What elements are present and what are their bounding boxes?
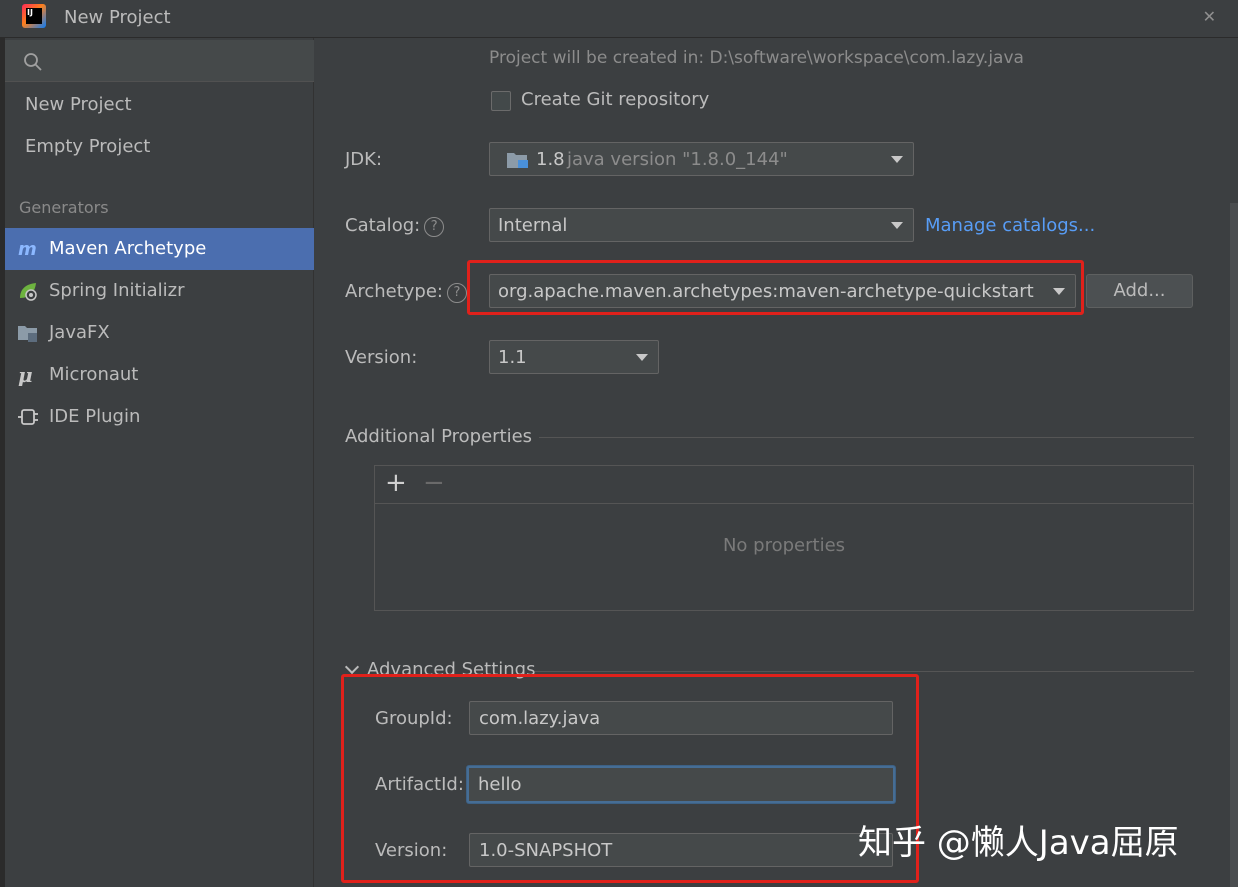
advanced-settings-title[interactable]: Advanced Settings xyxy=(367,659,535,680)
catalog-label-text: Catalog: xyxy=(345,215,421,236)
jdk-version: 1.8 xyxy=(536,149,565,170)
properties-toolbar: + − xyxy=(375,466,1193,504)
project-location-hint: Project will be created in: D:\software\… xyxy=(489,48,1024,68)
help-icon[interactable]: ? xyxy=(424,217,445,237)
plugin-icon xyxy=(18,409,38,425)
sidebar-item-empty-project[interactable]: Empty Project xyxy=(5,126,314,168)
catalog-label: Catalog:? xyxy=(345,215,445,237)
search-icon xyxy=(24,53,42,71)
title-bar: IJ New Project ✕ xyxy=(0,0,1238,38)
svg-text:m: m xyxy=(18,239,37,260)
no-properties-text: No properties xyxy=(722,535,846,556)
sidebar: New Project Empty Project Generators m M… xyxy=(5,38,314,887)
jdk-folder-icon xyxy=(507,153,528,168)
intellij-logo-icon: IJ xyxy=(22,4,46,28)
generator-javafx[interactable]: JavaFX xyxy=(5,312,314,354)
jdk-label: JDK: xyxy=(345,149,383,170)
create-git-checkbox[interactable] xyxy=(491,91,511,111)
maven-icon: m xyxy=(18,239,37,260)
watermark-text: 知乎 @懒人Java屈原 xyxy=(858,823,1179,863)
groupid-input[interactable] xyxy=(469,701,893,735)
jdk-detail: java version "1.8.0_144" xyxy=(567,149,788,170)
separator xyxy=(535,671,1194,672)
archetype-value: org.apache.maven.archetypes:maven-archet… xyxy=(498,281,1034,302)
scrollbar[interactable] xyxy=(1230,203,1238,887)
generator-maven-archetype[interactable]: m Maven Archetype xyxy=(5,228,314,270)
search-box xyxy=(5,40,314,82)
groupid-label: GroupId: xyxy=(375,708,453,729)
micronaut-icon: μ xyxy=(18,364,33,386)
chevron-down-icon xyxy=(636,354,648,361)
additional-properties-title: Additional Properties xyxy=(345,426,533,447)
generator-label: Micronaut xyxy=(49,364,139,385)
window-title: New Project xyxy=(64,7,171,28)
close-icon[interactable]: ✕ xyxy=(1203,7,1216,26)
catalog-combo[interactable]: Internal xyxy=(489,208,914,242)
create-git-label: Create Git repository xyxy=(521,89,710,110)
chevron-down-icon[interactable] xyxy=(344,659,360,675)
catalog-value: Internal xyxy=(498,215,568,236)
generator-label: Spring Initializr xyxy=(49,280,185,301)
remove-property-icon: − xyxy=(423,468,445,498)
properties-table: + − No properties xyxy=(374,465,1194,611)
main-panel: Project will be created in: D:\software\… xyxy=(315,38,1238,887)
archetype-combo[interactable]: org.apache.maven.archetypes:maven-archet… xyxy=(489,274,1076,308)
version-value: 1.1 xyxy=(498,347,527,368)
generator-ide-plugin[interactable]: IDE Plugin xyxy=(5,396,314,438)
separator xyxy=(539,437,1194,438)
sidebar-item-new-project[interactable]: New Project xyxy=(5,84,314,126)
generator-label: IDE Plugin xyxy=(49,406,141,427)
help-icon[interactable]: ? xyxy=(446,283,467,303)
generator-micronaut[interactable]: μ Micronaut xyxy=(5,354,314,396)
add-archetype-button[interactable]: Add... xyxy=(1086,274,1193,308)
manage-catalogs-link[interactable]: Manage catalogs... xyxy=(925,215,1095,236)
jdk-combo[interactable]: 1.8 java version "1.8.0_144" xyxy=(489,142,914,176)
chevron-down-icon xyxy=(891,156,903,163)
version-label: Version: xyxy=(345,347,418,368)
chevron-down-icon xyxy=(1053,288,1065,295)
artifactid-label: ArtifactId: xyxy=(375,774,464,795)
archetype-label: Archetype:? xyxy=(345,281,467,303)
artifactid-input[interactable] xyxy=(467,766,895,803)
adv-version-label: Version: xyxy=(375,840,448,861)
spring-icon xyxy=(20,283,37,301)
generator-label: JavaFX xyxy=(49,322,110,343)
version-combo[interactable]: 1.1 xyxy=(489,340,659,374)
search-input[interactable] xyxy=(55,46,305,76)
svg-text:μ: μ xyxy=(18,364,33,386)
generators-heading: Generators xyxy=(19,198,109,217)
add-property-icon[interactable]: + xyxy=(385,468,407,498)
adv-version-input[interactable] xyxy=(469,833,893,867)
archetype-label-text: Archetype: xyxy=(345,281,443,302)
javafx-folder-icon xyxy=(18,326,37,342)
chevron-down-icon xyxy=(891,222,903,229)
generator-spring-initializr[interactable]: Spring Initializr xyxy=(5,270,314,312)
generator-label: Maven Archetype xyxy=(49,238,207,259)
